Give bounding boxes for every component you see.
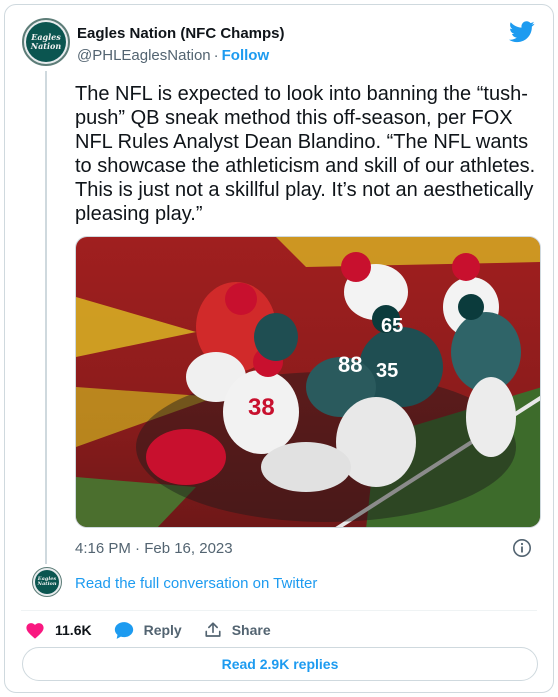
avatar-logo-text-2: Nation <box>30 41 62 51</box>
tweet-timestamp[interactable]: 4:16 PM · Feb 16, 2023 <box>75 540 233 557</box>
reply-bubble-icon <box>114 621 133 639</box>
author-handle[interactable]: @PHLEaglesNation <box>77 47 211 64</box>
share-button[interactable]: Share <box>204 621 271 639</box>
author-name[interactable]: Eagles Nation (NFC Champs) <box>77 25 285 42</box>
tweet-actions: 11.6K Reply Share <box>25 617 293 643</box>
follow-link[interactable]: Follow <box>222 47 270 64</box>
reply-button[interactable]: Reply <box>114 621 182 640</box>
tweet-photo[interactable]: 88 65 35 38 <box>75 236 541 528</box>
reply-label: Reply <box>143 622 182 638</box>
share-icon <box>205 622 221 637</box>
photo-number-35: 35 <box>376 360 398 382</box>
actions-divider <box>21 610 537 611</box>
read-full-conversation-link[interactable]: Read the full conversation on Twitter <box>75 575 317 592</box>
like-button[interactable]: 11.6K <box>25 621 92 639</box>
read-replies-button[interactable]: Read 2.9K replies <box>22 647 538 681</box>
photo-number-65: 65 <box>381 315 403 337</box>
info-icon[interactable] <box>512 538 532 558</box>
author-avatar[interactable]: Eagles Nation <box>22 18 70 66</box>
heart-icon <box>26 623 44 639</box>
like-count: 11.6K <box>55 622 92 638</box>
conversation-avatar[interactable]: Eagles Nation <box>32 567 62 597</box>
small-avatar-logo-text-2: Nation <box>37 581 57 587</box>
author-handle-row: @PHLEaglesNation · Follow <box>77 47 269 64</box>
twitter-bird-icon[interactable] <box>509 21 535 43</box>
thread-connector-line <box>45 71 47 564</box>
photo-number-38: 38 <box>248 394 275 421</box>
football-play-photo: 88 65 35 38 <box>76 237 540 527</box>
tweet-text: The NFL is expected to look into banning… <box>75 83 536 225</box>
share-label: Share <box>231 622 271 638</box>
photo-number-88: 88 <box>338 352 362 377</box>
embedded-tweet-card: Eagles Nation Eagles Nation (NFC Champs)… <box>4 4 554 693</box>
separator-dot: · <box>213 47 219 64</box>
